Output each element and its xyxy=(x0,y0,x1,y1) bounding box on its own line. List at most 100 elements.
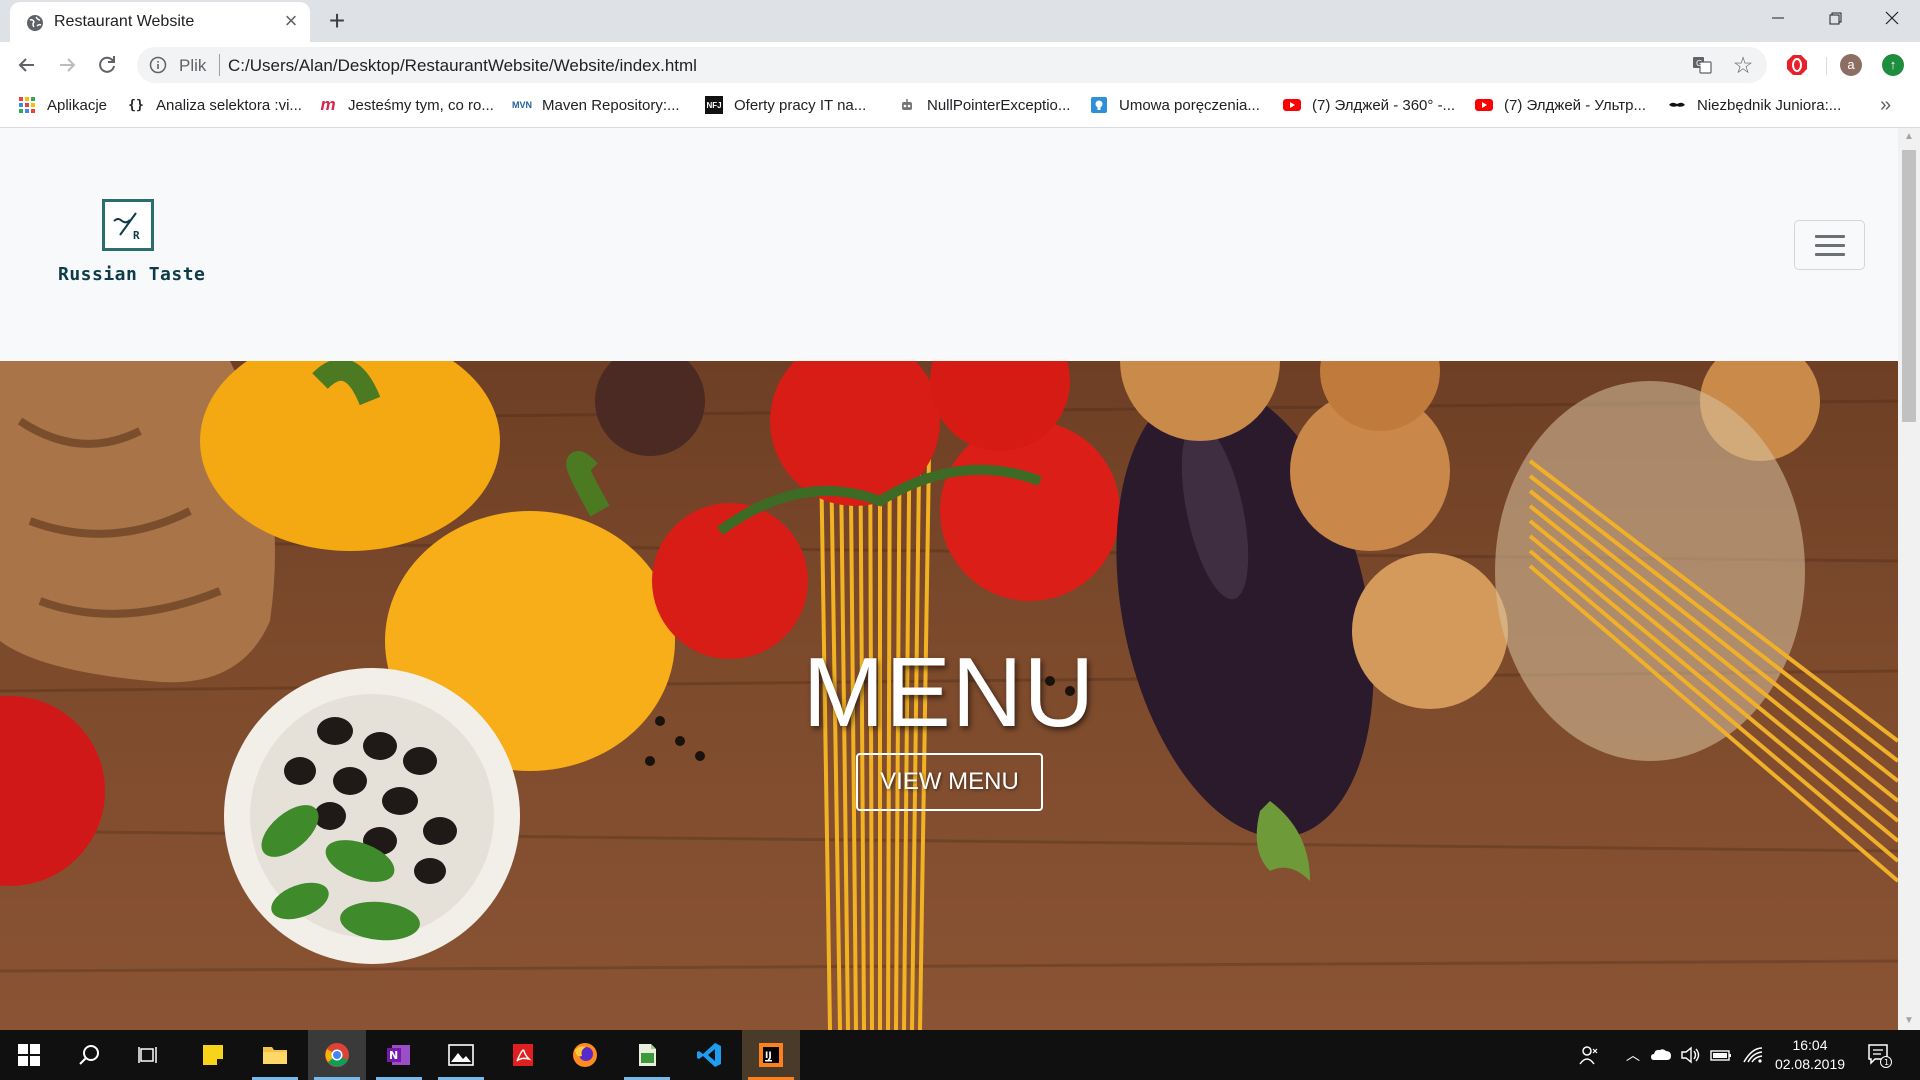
bookmarks-bar: Aplikacje {} Analiza selektora :vi... m … xyxy=(0,88,1920,128)
more-bookmarks-chevron[interactable]: » xyxy=(1880,94,1891,117)
back-arrow-icon[interactable] xyxy=(12,50,42,80)
close-tab-icon[interactable]: × xyxy=(280,10,302,33)
show-hidden-icons-chevron-icon[interactable]: ︿ xyxy=(1622,1044,1644,1066)
navbar-toggle-button[interactable] xyxy=(1794,220,1865,270)
mvn-icon: MVN xyxy=(512,100,532,110)
sticky-note-icon xyxy=(203,1045,223,1065)
bookmark-item[interactable]: Umowa poręczenia... xyxy=(1090,88,1260,122)
bookmark-item[interactable]: MVN Maven Repository:... xyxy=(512,88,680,122)
bookmark-item[interactable]: (7) Элджей - 360° -... xyxy=(1283,88,1455,122)
reload-icon[interactable] xyxy=(92,50,122,80)
bookmark-item[interactable]: {} Analiza selektora :vi... xyxy=(127,88,302,122)
bookmark-item[interactable]: Niezbędnik Juniora:... xyxy=(1668,88,1841,122)
spreadsheet-app[interactable] xyxy=(618,1030,676,1080)
folder-icon xyxy=(263,1047,287,1064)
action-center-icon[interactable]: 1 xyxy=(1866,1042,1892,1068)
wifi-icon[interactable] xyxy=(1742,1044,1764,1066)
bookmark-item[interactable]: m Jesteśmy tym, co ro... xyxy=(319,88,494,122)
hamburger-bar xyxy=(1815,253,1845,256)
bookmark-label: Analiza selektora :vi... xyxy=(156,96,302,114)
logo-mark-icon: R xyxy=(113,212,140,242)
vscode-icon xyxy=(697,1043,721,1067)
sticky-notes-app[interactable] xyxy=(184,1030,242,1080)
onedrive-cloud-icon[interactable] xyxy=(1650,1044,1672,1066)
clock-time: 16:04 xyxy=(1792,1037,1828,1053)
restore-window-button[interactable] xyxy=(1805,0,1865,40)
tab-strip: Restaurant Website × + xyxy=(0,0,1920,42)
photos-icon xyxy=(448,1044,474,1066)
bookmark-item[interactable]: (7) Элджей - Ультр... xyxy=(1475,88,1646,122)
windows-logo-icon xyxy=(18,1044,40,1066)
scheme-label: Plik xyxy=(179,56,207,75)
forward-arrow-icon[interactable] xyxy=(52,50,82,80)
translate-icon[interactable]: G xyxy=(1692,55,1712,75)
bookmark-label: Umowa poręczenia... xyxy=(1119,96,1260,114)
bookmark-star-icon[interactable]: ☆ xyxy=(1731,53,1755,77)
bookmark-label: Aplikacje xyxy=(47,96,108,114)
vscode-app[interactable] xyxy=(680,1030,738,1080)
tab-title: Restaurant Website xyxy=(54,13,195,30)
clock-date: 02.08.2019 xyxy=(1774,1056,1846,1072)
bookmark-label: (7) Элджей - 360° -... xyxy=(1312,96,1456,114)
braces-icon: {} xyxy=(128,97,144,113)
acrobat-app[interactable] xyxy=(494,1030,552,1080)
search-icon xyxy=(79,1045,99,1065)
start-button[interactable] xyxy=(0,1030,58,1080)
browser-toolbar: Plik C:/Users/Alan/Desktop/RestaurantWeb… xyxy=(0,42,1920,88)
firefox-app[interactable] xyxy=(556,1030,614,1080)
battery-icon[interactable] xyxy=(1710,1044,1732,1066)
brand-name[interactable]: Russian Taste xyxy=(58,264,205,285)
onenote-app[interactable]: N xyxy=(370,1030,428,1080)
minimize-window-button[interactable] xyxy=(1748,0,1808,40)
toolbar-divider xyxy=(1826,57,1827,75)
search-button[interactable] xyxy=(60,1030,118,1080)
brand-logo[interactable]: R xyxy=(102,199,154,251)
info-icon[interactable] xyxy=(149,56,167,74)
view-menu-button[interactable]: VIEW MENU xyxy=(856,753,1043,811)
url-text[interactable]: C:/Users/Alan/Desktop/RestaurantWebsite/… xyxy=(228,56,697,76)
bookmark-label: Niezbędnik Juniora:... xyxy=(1697,96,1842,114)
globe-icon xyxy=(27,15,43,31)
mustache-icon xyxy=(1669,102,1685,107)
scroll-down-arrow-icon[interactable]: ▼ xyxy=(1898,1012,1920,1030)
file-explorer-app[interactable] xyxy=(246,1030,304,1080)
people-icon[interactable] xyxy=(1578,1044,1600,1066)
acrobat-icon xyxy=(513,1044,533,1066)
address-separator xyxy=(219,54,220,76)
photos-app[interactable] xyxy=(432,1030,490,1080)
bookmark-item[interactable]: Aplikacje xyxy=(18,88,107,122)
nfj-icon: NFJ xyxy=(705,96,723,114)
robot-icon xyxy=(902,99,912,110)
hero-title: MENU xyxy=(802,637,1096,747)
youtube-icon xyxy=(1475,99,1493,111)
adblock-extension-icon[interactable] xyxy=(1786,54,1808,76)
bookmark-label: Jesteśmy tym, co ro... xyxy=(348,96,494,114)
bookmark-label: (7) Элджей - Ультр... xyxy=(1504,96,1647,114)
bookmark-label: NullPointerExceptio... xyxy=(927,96,1071,114)
intellij-app[interactable]: IJ xyxy=(742,1030,800,1080)
page-scrollbar[interactable]: ▲ ▼ xyxy=(1898,128,1920,1030)
browser-tab[interactable]: Restaurant Website × xyxy=(10,2,310,42)
spreadsheet-icon xyxy=(639,1044,656,1066)
profile-avatar[interactable]: a xyxy=(1840,54,1862,76)
address-bar[interactable]: Plik C:/Users/Alan/Desktop/RestaurantWeb… xyxy=(137,47,1767,83)
system-clock[interactable]: 16:04 02.08.2019 xyxy=(1774,1036,1846,1074)
svg-text:IJ: IJ xyxy=(765,1051,772,1061)
update-arrow-icon[interactable]: ↑ xyxy=(1882,54,1904,76)
hero-section: MENU VIEW MENU xyxy=(0,361,1898,1030)
site-navbar: R Russian Taste xyxy=(0,128,1898,361)
notification-count: 1 xyxy=(1884,1058,1889,1067)
page-viewport: R Russian Taste MENU VIEW MENU ▲ ▼ xyxy=(0,128,1920,1030)
bookmark-item[interactable]: NullPointerExceptio... xyxy=(898,88,1070,122)
task-view-button[interactable] xyxy=(120,1030,178,1080)
close-window-button[interactable] xyxy=(1862,0,1920,40)
volume-icon[interactable] xyxy=(1680,1044,1702,1066)
bookmark-item[interactable]: NFJ Oferty pracy IT na... xyxy=(705,88,866,122)
onenote-icon: N xyxy=(387,1045,410,1065)
scroll-up-arrow-icon[interactable]: ▲ xyxy=(1898,128,1920,146)
new-tab-button[interactable]: + xyxy=(322,6,352,36)
svg-text:G: G xyxy=(1696,59,1702,68)
m-logo-icon: m xyxy=(320,95,336,114)
scrollbar-thumb[interactable] xyxy=(1902,150,1916,422)
chrome-app[interactable] xyxy=(308,1030,366,1080)
